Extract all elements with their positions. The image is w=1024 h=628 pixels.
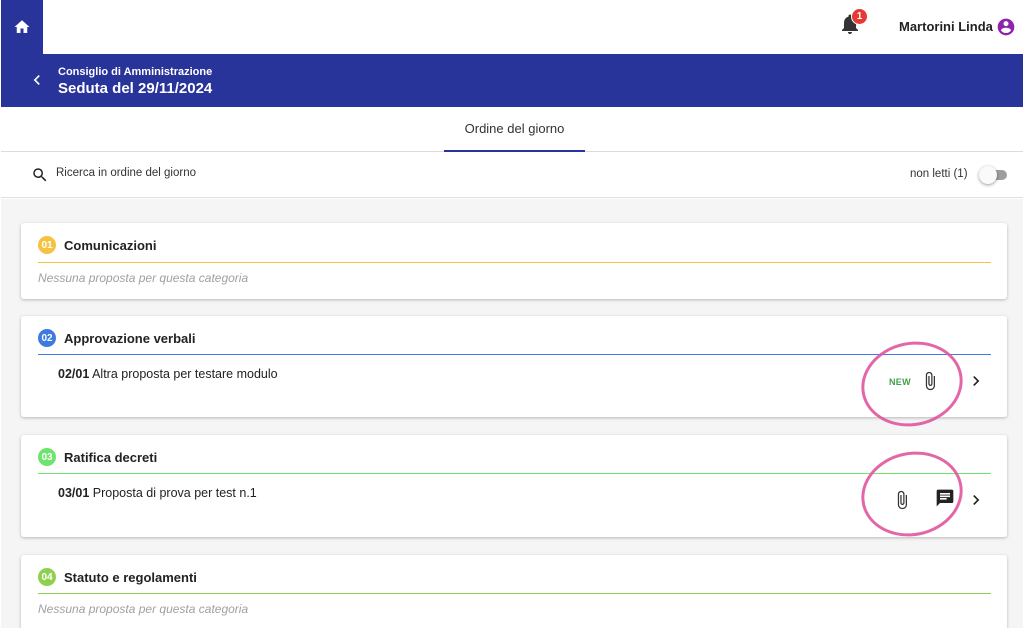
tab-agenda[interactable]: Ordine del giorno xyxy=(444,107,585,152)
category-number: 02 xyxy=(38,329,56,347)
proposal-text: Proposta di prova per test n.1 xyxy=(92,486,257,500)
search-icon[interactable] xyxy=(31,166,49,184)
agenda-list: 01 Comunicazioni Nessuna proposta per qu… xyxy=(1,199,1023,628)
account-circle-icon xyxy=(997,18,1015,36)
unread-toggle[interactable] xyxy=(979,166,1007,184)
category-title: Statuto e regolamenti xyxy=(64,569,197,585)
proposal-code: 02/01 xyxy=(58,367,90,381)
category-divider xyxy=(38,262,991,263)
chevron-left-icon xyxy=(33,75,40,85)
proposal-row[interactable]: 03/01 Proposta di prova per test n.1 xyxy=(58,486,257,500)
toggle-knob xyxy=(979,166,997,184)
annotation-circle xyxy=(853,332,971,436)
user-menu-button[interactable] xyxy=(996,17,1016,42)
category-card: 04 Statuto e regolamenti Nessuna propost… xyxy=(21,555,1007,628)
header-subtitle: Consiglio di Amministrazione xyxy=(58,66,213,78)
category-title: Comunicazioni xyxy=(64,237,157,253)
notification-badge: 1 xyxy=(851,8,868,25)
category-number: 03 xyxy=(38,448,56,466)
home-button[interactable] xyxy=(1,0,43,54)
annotation-circle xyxy=(853,442,971,546)
proposal-text: Altra proposta per testare modulo xyxy=(92,367,278,381)
top-bar: 1 Martorini Linda xyxy=(0,0,1024,54)
category-header: 03 Ratifica decreti xyxy=(38,448,157,466)
category-header: 02 Approvazione verbali xyxy=(38,329,195,347)
category-card: 01 Comunicazioni Nessuna proposta per qu… xyxy=(21,223,1007,299)
home-icon xyxy=(14,20,30,33)
category-card: 02 Approvazione verbali 02/01 Altra prop… xyxy=(21,316,1007,436)
user-name[interactable]: Martorini Linda xyxy=(899,19,993,34)
category-header: 01 Comunicazioni xyxy=(38,236,156,254)
category-header: 04 Statuto e regolamenti xyxy=(38,568,197,586)
search-input[interactable]: Ricerca in ordine del giorno xyxy=(56,167,196,179)
chevron-right-icon[interactable] xyxy=(966,371,986,391)
empty-category-text: Nessuna proposta per questa categoria xyxy=(38,602,249,616)
category-title: Ratifica decreti xyxy=(64,449,158,465)
proposal-code: 03/01 xyxy=(58,486,90,500)
category-number: 04 xyxy=(38,568,56,586)
empty-category-text: Nessuna proposta per questa categoria xyxy=(38,271,249,285)
page-title: Seduta del 29/11/2024 xyxy=(58,80,213,97)
proposal-row[interactable]: 02/01 Altra proposta per testare modulo xyxy=(58,367,278,381)
category-divider xyxy=(38,473,991,474)
category-divider xyxy=(38,354,991,355)
search-bar: Ricerca in ordine del giorno non letti (… xyxy=(1,152,1023,198)
chevron-right-icon[interactable] xyxy=(966,490,986,510)
category-title: Approvazione verbali xyxy=(64,330,196,346)
tab-bar: Ordine del giorno xyxy=(1,107,1023,152)
unread-filter-label: non letti (1) xyxy=(910,168,968,180)
category-card: 03 Ratifica decreti 03/01 Proposta di pr… xyxy=(21,435,1007,546)
category-divider xyxy=(38,593,991,594)
notifications-button[interactable]: 1 xyxy=(838,8,868,38)
session-header: Consiglio di Amministrazione Seduta del … xyxy=(1,54,1023,107)
category-number: 01 xyxy=(38,236,56,254)
back-button[interactable] xyxy=(25,68,49,92)
